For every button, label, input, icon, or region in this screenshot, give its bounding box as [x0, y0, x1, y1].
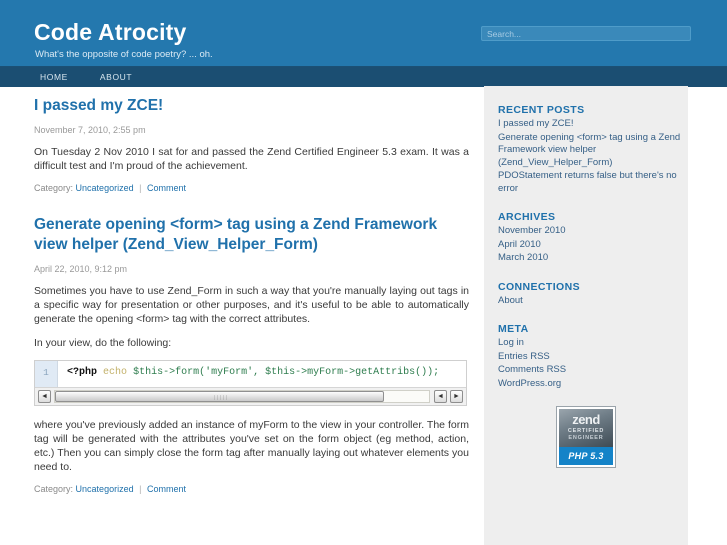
meta-separator: |	[139, 183, 142, 193]
search-input[interactable]	[481, 26, 691, 41]
widget-list: I passed my ZCE! Generate opening <form>…	[498, 118, 688, 195]
widget-title: Meta	[498, 323, 529, 335]
post-meta-label: Category:	[34, 183, 74, 193]
widget-list: About	[498, 295, 688, 308]
zend-logo-icon: zend	[572, 412, 600, 427]
post-date: November 7, 2010, 2:55 pm	[34, 125, 146, 135]
list-item[interactable]: WordPress.org	[498, 378, 688, 391]
widget-meta: Meta Log in Entries RSS Comments RSS Wor…	[498, 323, 688, 390]
code-horizontal-scrollbar[interactable]: ◄ ◄ ►	[35, 387, 466, 405]
post-body: Sometimes you have to use Zend_Form in s…	[34, 284, 469, 474]
recent-post-link[interactable]: Generate opening <form> tag using a Zend…	[498, 132, 680, 168]
badge-engineer-text: ENGINEER	[568, 435, 604, 441]
list-item[interactable]: November 2010	[498, 225, 688, 238]
badge-frame: zend CERTIFIED ENGINEER PHP 5.3	[556, 406, 616, 468]
archive-link[interactable]: November 2010	[498, 225, 566, 236]
post-item: I passed my ZCE! November 7, 2010, 2:55 …	[34, 96, 469, 193]
primary-navigation: HOME ABOUT	[0, 66, 727, 87]
code-line: <?php echo $this->form('myForm', $this->…	[67, 361, 439, 385]
post-category-link[interactable]: Uncategorized	[76, 183, 134, 193]
meta-link-wordpress[interactable]: WordPress.org	[498, 378, 561, 389]
scroll-right-arrow-icon[interactable]: ►	[450, 390, 463, 403]
widget-recent-posts: Recent Posts I passed my ZCE! Generate o…	[498, 104, 688, 195]
zend-certification-badge: zend CERTIFIED ENGINEER PHP 5.3	[556, 406, 688, 468]
code-token-open-tag: <?php	[67, 367, 98, 378]
archive-link[interactable]: April 2010	[498, 239, 541, 250]
recent-post-link[interactable]: PDOStatement returns false but there's n…	[498, 170, 677, 194]
widget-title: Connections	[498, 280, 580, 293]
meta-link-comments-rss[interactable]: Comments RSS	[498, 364, 566, 375]
list-item[interactable]: PDOStatement returns false but there's n…	[498, 170, 688, 195]
list-item[interactable]: Comments RSS	[498, 364, 688, 377]
archive-link[interactable]: March 2010	[498, 252, 548, 263]
post-body: On Tuesday 2 Nov 2010 I sat for and pass…	[34, 145, 469, 173]
post-title-link[interactable]: I passed my ZCE!	[34, 97, 163, 114]
badge-certified-text: CERTIFIED	[567, 428, 605, 434]
scrollbar-track[interactable]	[54, 390, 430, 403]
nav-list: HOME ABOUT	[34, 67, 158, 87]
list-item[interactable]: March 2010	[498, 252, 688, 265]
site-tagline: What's the opposite of code poetry? ... …	[35, 49, 213, 60]
nav-item-home[interactable]: HOME	[34, 67, 74, 87]
code-gutter: 1	[35, 361, 58, 388]
post-paragraph: In your view, do the following:	[34, 337, 172, 349]
recent-post-link[interactable]: I passed my ZCE!	[498, 118, 574, 129]
list-item[interactable]: Entries RSS	[498, 351, 688, 364]
post-category-link[interactable]: Uncategorized	[76, 484, 134, 494]
site-title: Code Atrocity	[34, 19, 187, 45]
nav-item-about[interactable]: ABOUT	[94, 67, 138, 87]
list-item[interactable]: About	[498, 295, 688, 308]
post-paragraph: On Tuesday 2 Nov 2010 I sat for and pass…	[34, 146, 469, 172]
connection-link[interactable]: About	[498, 295, 523, 306]
scroll-left-arrow-icon[interactable]: ◄	[38, 390, 51, 403]
list-item[interactable]: Log in	[498, 337, 688, 350]
post-paragraph: where you've previously added an instanc…	[34, 419, 469, 473]
site-header: Code Atrocity What's the opposite of cod…	[0, 0, 727, 66]
post-meta-label: Category:	[34, 484, 74, 494]
post-meta: Category: Uncategorized | Comment	[34, 484, 469, 494]
sidebar: Recent Posts I passed my ZCE! Generate o…	[484, 86, 688, 545]
widget-connections: Connections About	[498, 281, 688, 308]
code-token-expression: $this->form('myForm', $this->myForm->get…	[133, 367, 440, 378]
nav-link-about[interactable]: ABOUT	[94, 67, 138, 87]
search-form	[481, 26, 691, 41]
main-content: I passed my ZCE! November 7, 2010, 2:55 …	[34, 96, 469, 516]
scrollbar-grip-icon	[212, 395, 227, 400]
page-root: Code Atrocity What's the opposite of cod…	[0, 0, 727, 545]
post-title-link[interactable]: Generate opening <form> tag using a Zend…	[34, 216, 437, 253]
list-item[interactable]: I passed my ZCE!	[498, 118, 688, 131]
post-paragraph: Sometimes you have to use Zend_Form in s…	[34, 285, 469, 325]
widget-title: Archives	[498, 211, 556, 223]
widget-list: November 2010 April 2010 March 2010	[498, 225, 688, 265]
code-block: 1 <?php echo $this->form('myForm', $this…	[34, 360, 467, 406]
list-item[interactable]: Generate opening <form> tag using a Zend…	[498, 132, 688, 170]
widget-list: Log in Entries RSS Comments RSS WordPres…	[498, 337, 688, 390]
scroll-left-arrow-icon-secondary[interactable]: ◄	[434, 390, 447, 403]
badge-version-text: PHP 5.3	[559, 447, 613, 465]
post-comment-link[interactable]: Comment	[147, 183, 186, 193]
widget-title: Recent Posts	[498, 104, 585, 116]
nav-link-home[interactable]: HOME	[34, 67, 74, 87]
post-item: Generate opening <form> tag using a Zend…	[34, 215, 469, 494]
scrollbar-thumb[interactable]	[55, 391, 385, 402]
post-title: I passed my ZCE!	[34, 96, 469, 116]
meta-link-login[interactable]: Log in	[498, 337, 524, 348]
header-inner: Code Atrocity What's the opposite of cod…	[0, 0, 727, 66]
post-title: Generate opening <form> tag using a Zend…	[34, 215, 469, 255]
post-meta: Category: Uncategorized | Comment	[34, 183, 469, 193]
widget-archives: Archives November 2010 April 2010 March …	[498, 211, 688, 265]
code-line-number: 1	[43, 367, 49, 378]
code-token-keyword: echo	[103, 367, 128, 378]
meta-link-entries-rss[interactable]: Entries RSS	[498, 351, 550, 362]
meta-separator: |	[139, 484, 142, 494]
post-comment-link[interactable]: Comment	[147, 484, 186, 494]
post-date: April 22, 2010, 9:12 pm	[34, 264, 128, 274]
badge-upper: zend CERTIFIED ENGINEER	[559, 409, 613, 447]
list-item[interactable]: April 2010	[498, 239, 688, 252]
